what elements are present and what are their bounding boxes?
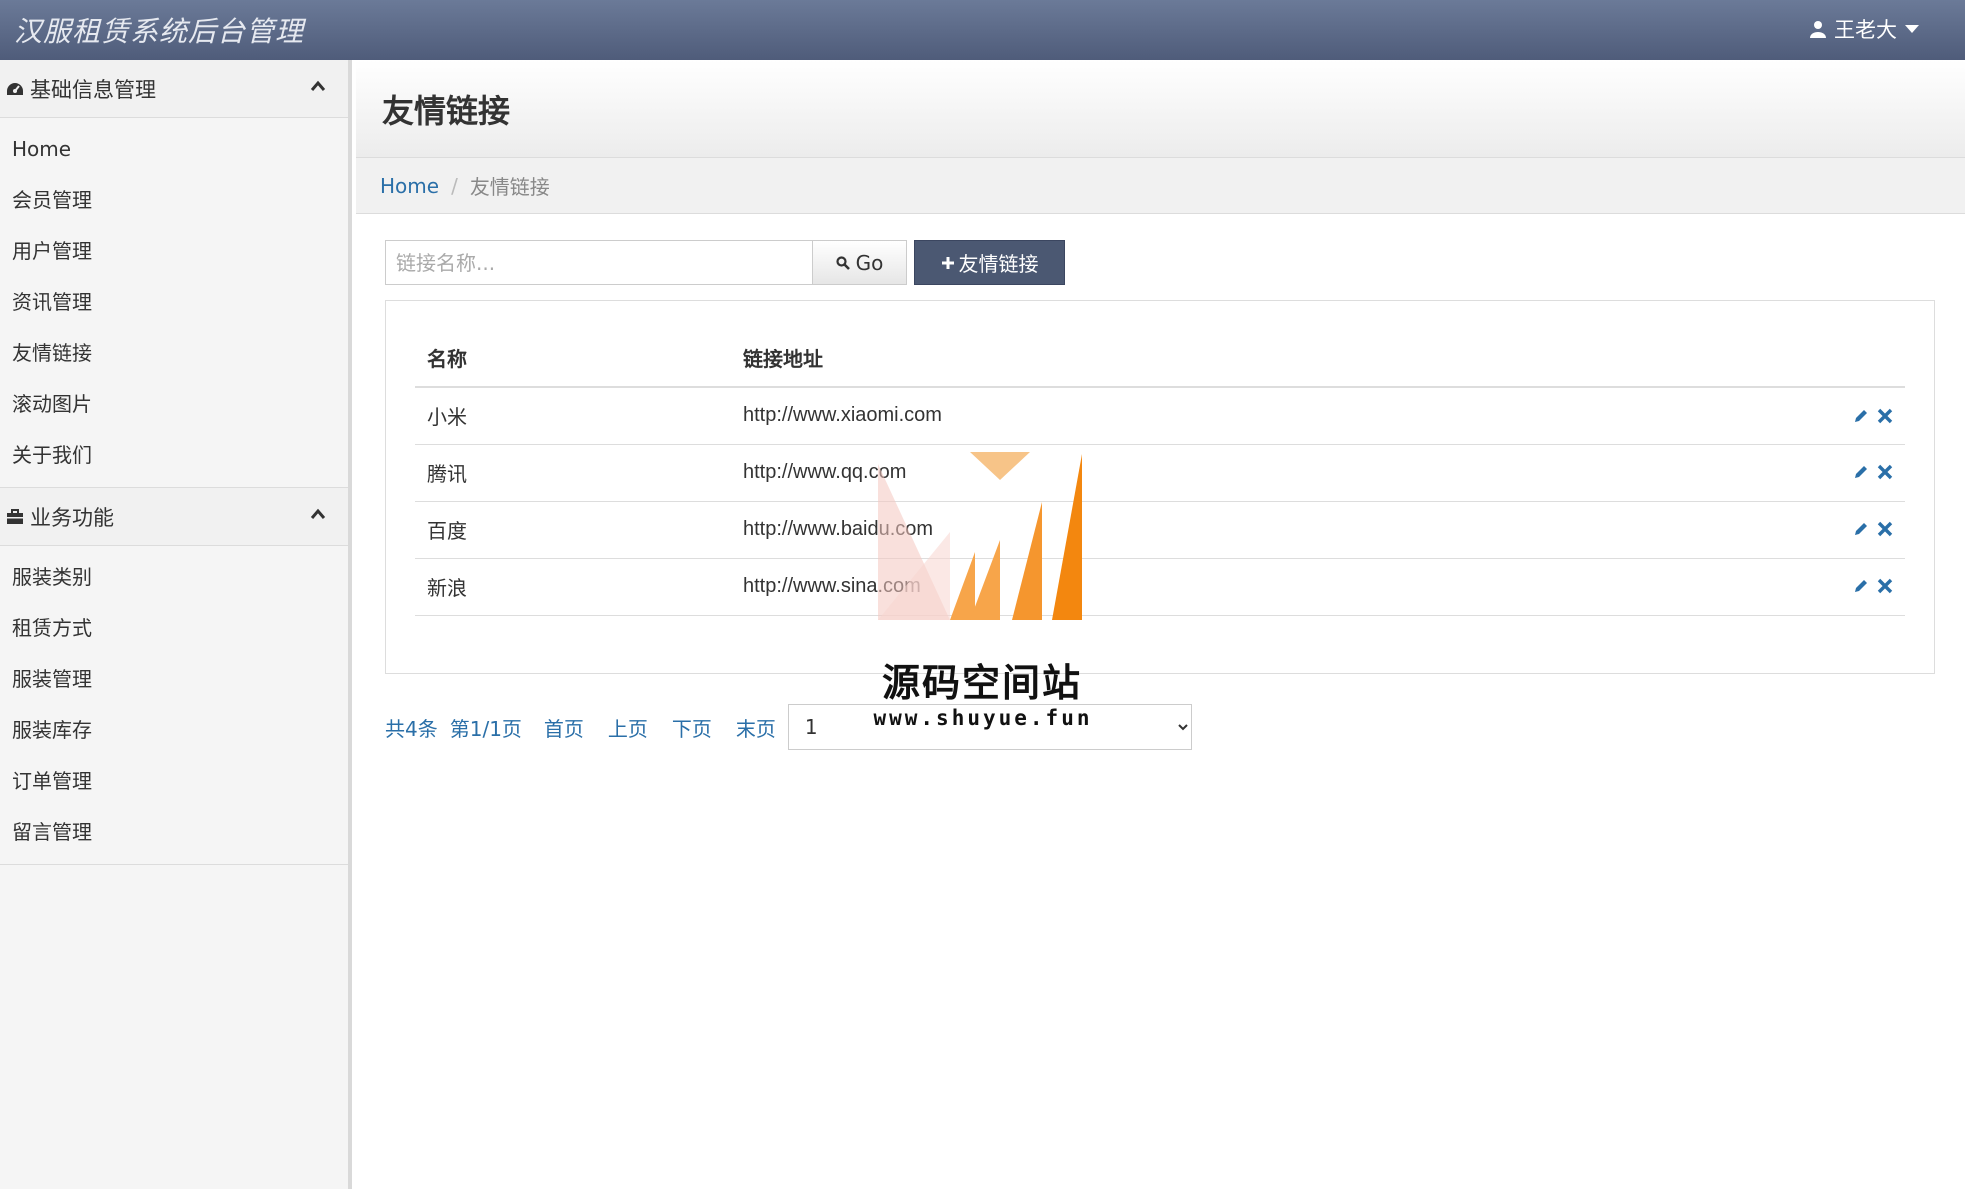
pagination-first-link[interactable]: 首页 [544,713,584,742]
briefcase-icon [0,508,30,525]
sidebar-item-clothing-management[interactable]: 服装管理 [0,654,348,705]
sidebar-item-rental-methods[interactable]: 租赁方式 [0,603,348,654]
pagination-page-info: 第1/1页 [449,716,522,741]
edit-pencil-icon[interactable] [1853,405,1869,429]
pagination-next-link[interactable]: 下页 [672,713,712,742]
table-row: 百度 http://www.baidu.com [415,501,1905,559]
cell-actions [1815,387,1905,445]
column-header-name: 名称 [415,329,731,388]
chevron-up-icon[interactable] [310,508,326,520]
search-icon [836,255,850,270]
watermark-url: www.shuyue.fun [873,706,1093,730]
breadcrumb-home-link[interactable]: Home [380,174,439,198]
page-title: 友情链接 [382,91,511,130]
cell-actions [1815,501,1905,559]
cell-actions [1815,558,1905,616]
sidebar-item-clothing-inventory[interactable]: 服装库存 [0,705,348,756]
add-friend-link-button[interactable]: 友情链接 [914,240,1065,285]
pagination-total: 共4条 [385,716,438,741]
column-header-url: 链接地址 [731,329,1815,388]
delete-x-icon[interactable] [1877,575,1893,599]
edit-pencil-icon[interactable] [1853,518,1869,542]
app-title[interactable]: 汉服租赁系统后台管理 [14,10,304,50]
breadcrumb-separator: / [451,173,458,198]
table-row: 小米 http://www.xiaomi.com [415,387,1905,445]
sidebar-item-members[interactable]: 会员管理 [0,175,348,226]
edit-pencil-icon[interactable] [1853,461,1869,485]
delete-x-icon[interactable] [1877,405,1893,429]
cell-url: http://www.xiaomi.com [731,387,1815,445]
watermark-name: 源码空间站 [881,661,1082,705]
edit-pencil-icon[interactable] [1853,575,1869,599]
go-label: Go [855,250,884,275]
column-header-actions [1815,329,1905,388]
search-go-button[interactable]: Go [812,240,907,285]
main-content: 友情链接 Home / 友情链接 Go 友情链接 名称 链接地址 [356,60,1965,1189]
chevron-up-icon[interactable] [310,80,326,92]
sidebar-item-home[interactable]: Home [0,124,348,175]
plus-icon [941,256,954,269]
sidebar-item-about-us[interactable]: 关于我们 [0,430,348,481]
cell-name: 新浪 [415,558,731,616]
delete-x-icon[interactable] [1877,518,1893,542]
sidebar-item-friend-links[interactable]: 友情链接 [0,328,348,379]
sidebar-item-orders[interactable]: 订单管理 [0,756,348,807]
table-header-row: 名称 链接地址 [415,329,1905,388]
cell-name: 百度 [415,501,731,559]
pagination-last-link[interactable]: 末页 [736,713,776,742]
breadcrumb-current: 友情链接 [469,175,550,199]
user-menu[interactable]: 王老大 [1810,14,1919,44]
user-name: 王老大 [1834,18,1897,42]
links-table-panel: 名称 链接地址 小米 http://www.xiaomi.com 腾讯 http… [385,300,1935,674]
top-navbar: 汉服租赁系统后台管理 王老大 [0,0,1965,60]
sidebar-item-clothing-categories[interactable]: 服装类别 [0,552,348,603]
pagination-prev-link[interactable]: 上页 [608,713,648,742]
sidebar-group-basic-info[interactable]: 基础信息管理 [0,60,348,118]
toolbar: Go 友情链接 [385,240,1065,285]
cell-name: 腾讯 [415,444,731,502]
sidebar-list-basic-info: Home 会员管理 用户管理 资讯管理 友情链接 滚动图片 关于我们 [0,118,348,488]
sidebar-list-business: 服装类别 租赁方式 服装管理 服装库存 订单管理 留言管理 [0,546,348,865]
user-icon [1810,21,1826,38]
breadcrumb: Home / 友情链接 [356,158,1965,214]
add-label: 友情链接 [958,252,1039,276]
sidebar-group-title: 业务功能 [30,505,114,530]
sidebar-item-news[interactable]: 资讯管理 [0,277,348,328]
dashboard-icon [0,81,30,97]
cell-name: 小米 [415,387,731,445]
sidebar-item-messages[interactable]: 留言管理 [0,807,348,858]
sidebar-group-business[interactable]: 业务功能 [0,488,348,546]
watermark-logo [878,452,1082,620]
sidebar-item-users[interactable]: 用户管理 [0,226,348,277]
sidebar: 基础信息管理 Home 会员管理 用户管理 资讯管理 友情链接 滚动图片 关于我… [0,60,352,1189]
delete-x-icon[interactable] [1877,461,1893,485]
caret-down-icon [1905,25,1919,33]
table-row: 腾讯 http://www.qq.com [415,444,1905,502]
page-header: 友情链接 [356,60,1965,158]
links-table: 名称 链接地址 小米 http://www.xiaomi.com 腾讯 http… [415,329,1905,616]
search-input[interactable] [385,240,812,285]
sidebar-item-slider-images[interactable]: 滚动图片 [0,379,348,430]
cell-actions [1815,444,1905,502]
table-row: 新浪 http://www.sina.com [415,558,1905,616]
sidebar-group-title: 基础信息管理 [30,77,156,102]
